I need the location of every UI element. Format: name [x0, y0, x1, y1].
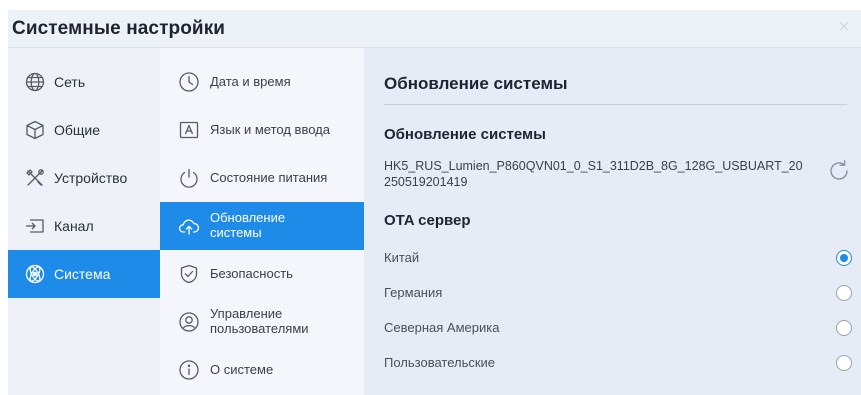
- submenu-label: Обновление системы: [210, 210, 285, 240]
- category-label: Канал: [54, 218, 94, 234]
- ota-option-label: Северная Америка: [384, 320, 500, 335]
- submenu-label: Дата и время: [210, 74, 291, 89]
- submenu-label: Управление пользователями: [210, 306, 309, 336]
- radio-button[interactable]: [836, 285, 852, 301]
- cloud-upload-icon: [178, 215, 200, 237]
- window-title: Системные настройки: [12, 18, 226, 39]
- settings-window: Системные настройки × Сеть Общие Устройс…: [8, 10, 861, 395]
- tools-icon: [24, 167, 46, 189]
- keyboard-letter-icon: [178, 119, 200, 141]
- cube-icon: [24, 119, 46, 141]
- category-label: Общие: [54, 122, 101, 138]
- submenu-label-line2: пользователями: [210, 321, 309, 336]
- clock-icon: [178, 71, 200, 93]
- category-label: Система: [54, 266, 111, 282]
- category-channel[interactable]: Канал: [8, 202, 160, 250]
- info-icon: [178, 359, 200, 381]
- ota-option-north-america[interactable]: Северная Америка: [384, 313, 854, 343]
- submenu-item-user-management[interactable]: Управление пользователями: [160, 298, 364, 346]
- submenu-item-security[interactable]: Безопасность: [160, 250, 364, 298]
- radio-button[interactable]: [836, 320, 852, 336]
- ota-option-label: Германия: [384, 285, 443, 300]
- input-source-icon: [24, 215, 46, 237]
- check-update-button[interactable]: [826, 158, 852, 184]
- category-device[interactable]: Устройство: [8, 154, 160, 202]
- category-network[interactable]: Сеть: [8, 58, 160, 106]
- submenu-item-date-time[interactable]: Дата и время: [160, 58, 364, 106]
- ota-section-title: OTA сервер: [384, 212, 471, 229]
- divider: [384, 104, 847, 105]
- ota-option-label: Пользовательские: [384, 355, 496, 370]
- submenu-label-line2: системы: [210, 225, 262, 240]
- system-icon: [24, 263, 46, 285]
- radio-button[interactable]: [836, 355, 852, 371]
- submenu-label-line1: Обновление: [210, 210, 286, 225]
- category-system[interactable]: Система: [8, 250, 160, 298]
- submenu-item-language[interactable]: Язык и метод ввода: [160, 106, 364, 154]
- power-icon: [178, 167, 200, 189]
- firmware-version: HK5_RUS_Lumien_P860QVN01_0_S1_311D2B_8G_…: [384, 159, 803, 189]
- ota-option-china[interactable]: Китай: [384, 243, 854, 273]
- submenu-label: О системе: [210, 362, 274, 377]
- radio-button[interactable]: [836, 250, 852, 266]
- refresh-icon: [826, 158, 852, 184]
- globe-icon: [24, 71, 46, 93]
- submenu-label: Язык и метод ввода: [210, 122, 330, 137]
- submenu-item-power[interactable]: Состояние питания: [160, 154, 364, 202]
- submenu-item-about[interactable]: О системе: [160, 346, 364, 394]
- category-label: Сеть: [54, 74, 86, 90]
- user-icon: [178, 311, 200, 333]
- submenu-label: Состояние питания: [210, 170, 328, 185]
- title-bar: Системные настройки ×: [8, 10, 861, 48]
- category-label: Устройство: [54, 170, 128, 186]
- close-button[interactable]: ×: [833, 16, 855, 38]
- content-panel: Обновление системы Обновление системы HK…: [364, 48, 861, 395]
- ota-option-custom[interactable]: Пользовательские: [384, 348, 854, 378]
- category-sidebar: Сеть Общие Устройство Канал Система: [8, 48, 160, 395]
- update-section-title: Обновление системы: [384, 126, 546, 143]
- submenu-label-line1: Управление: [210, 306, 283, 321]
- submenu-label: Безопасность: [210, 266, 293, 281]
- ota-option-germany[interactable]: Германия: [384, 278, 854, 308]
- ota-option-label: Китай: [384, 250, 420, 265]
- submenu-sidebar: Дата и время Язык и метод ввода Состояни…: [160, 48, 364, 395]
- submenu-item-system-update[interactable]: Обновление системы: [160, 202, 364, 250]
- category-general[interactable]: Общие: [8, 106, 160, 154]
- page-title: Обновление системы: [384, 74, 568, 93]
- shield-icon: [178, 263, 200, 285]
